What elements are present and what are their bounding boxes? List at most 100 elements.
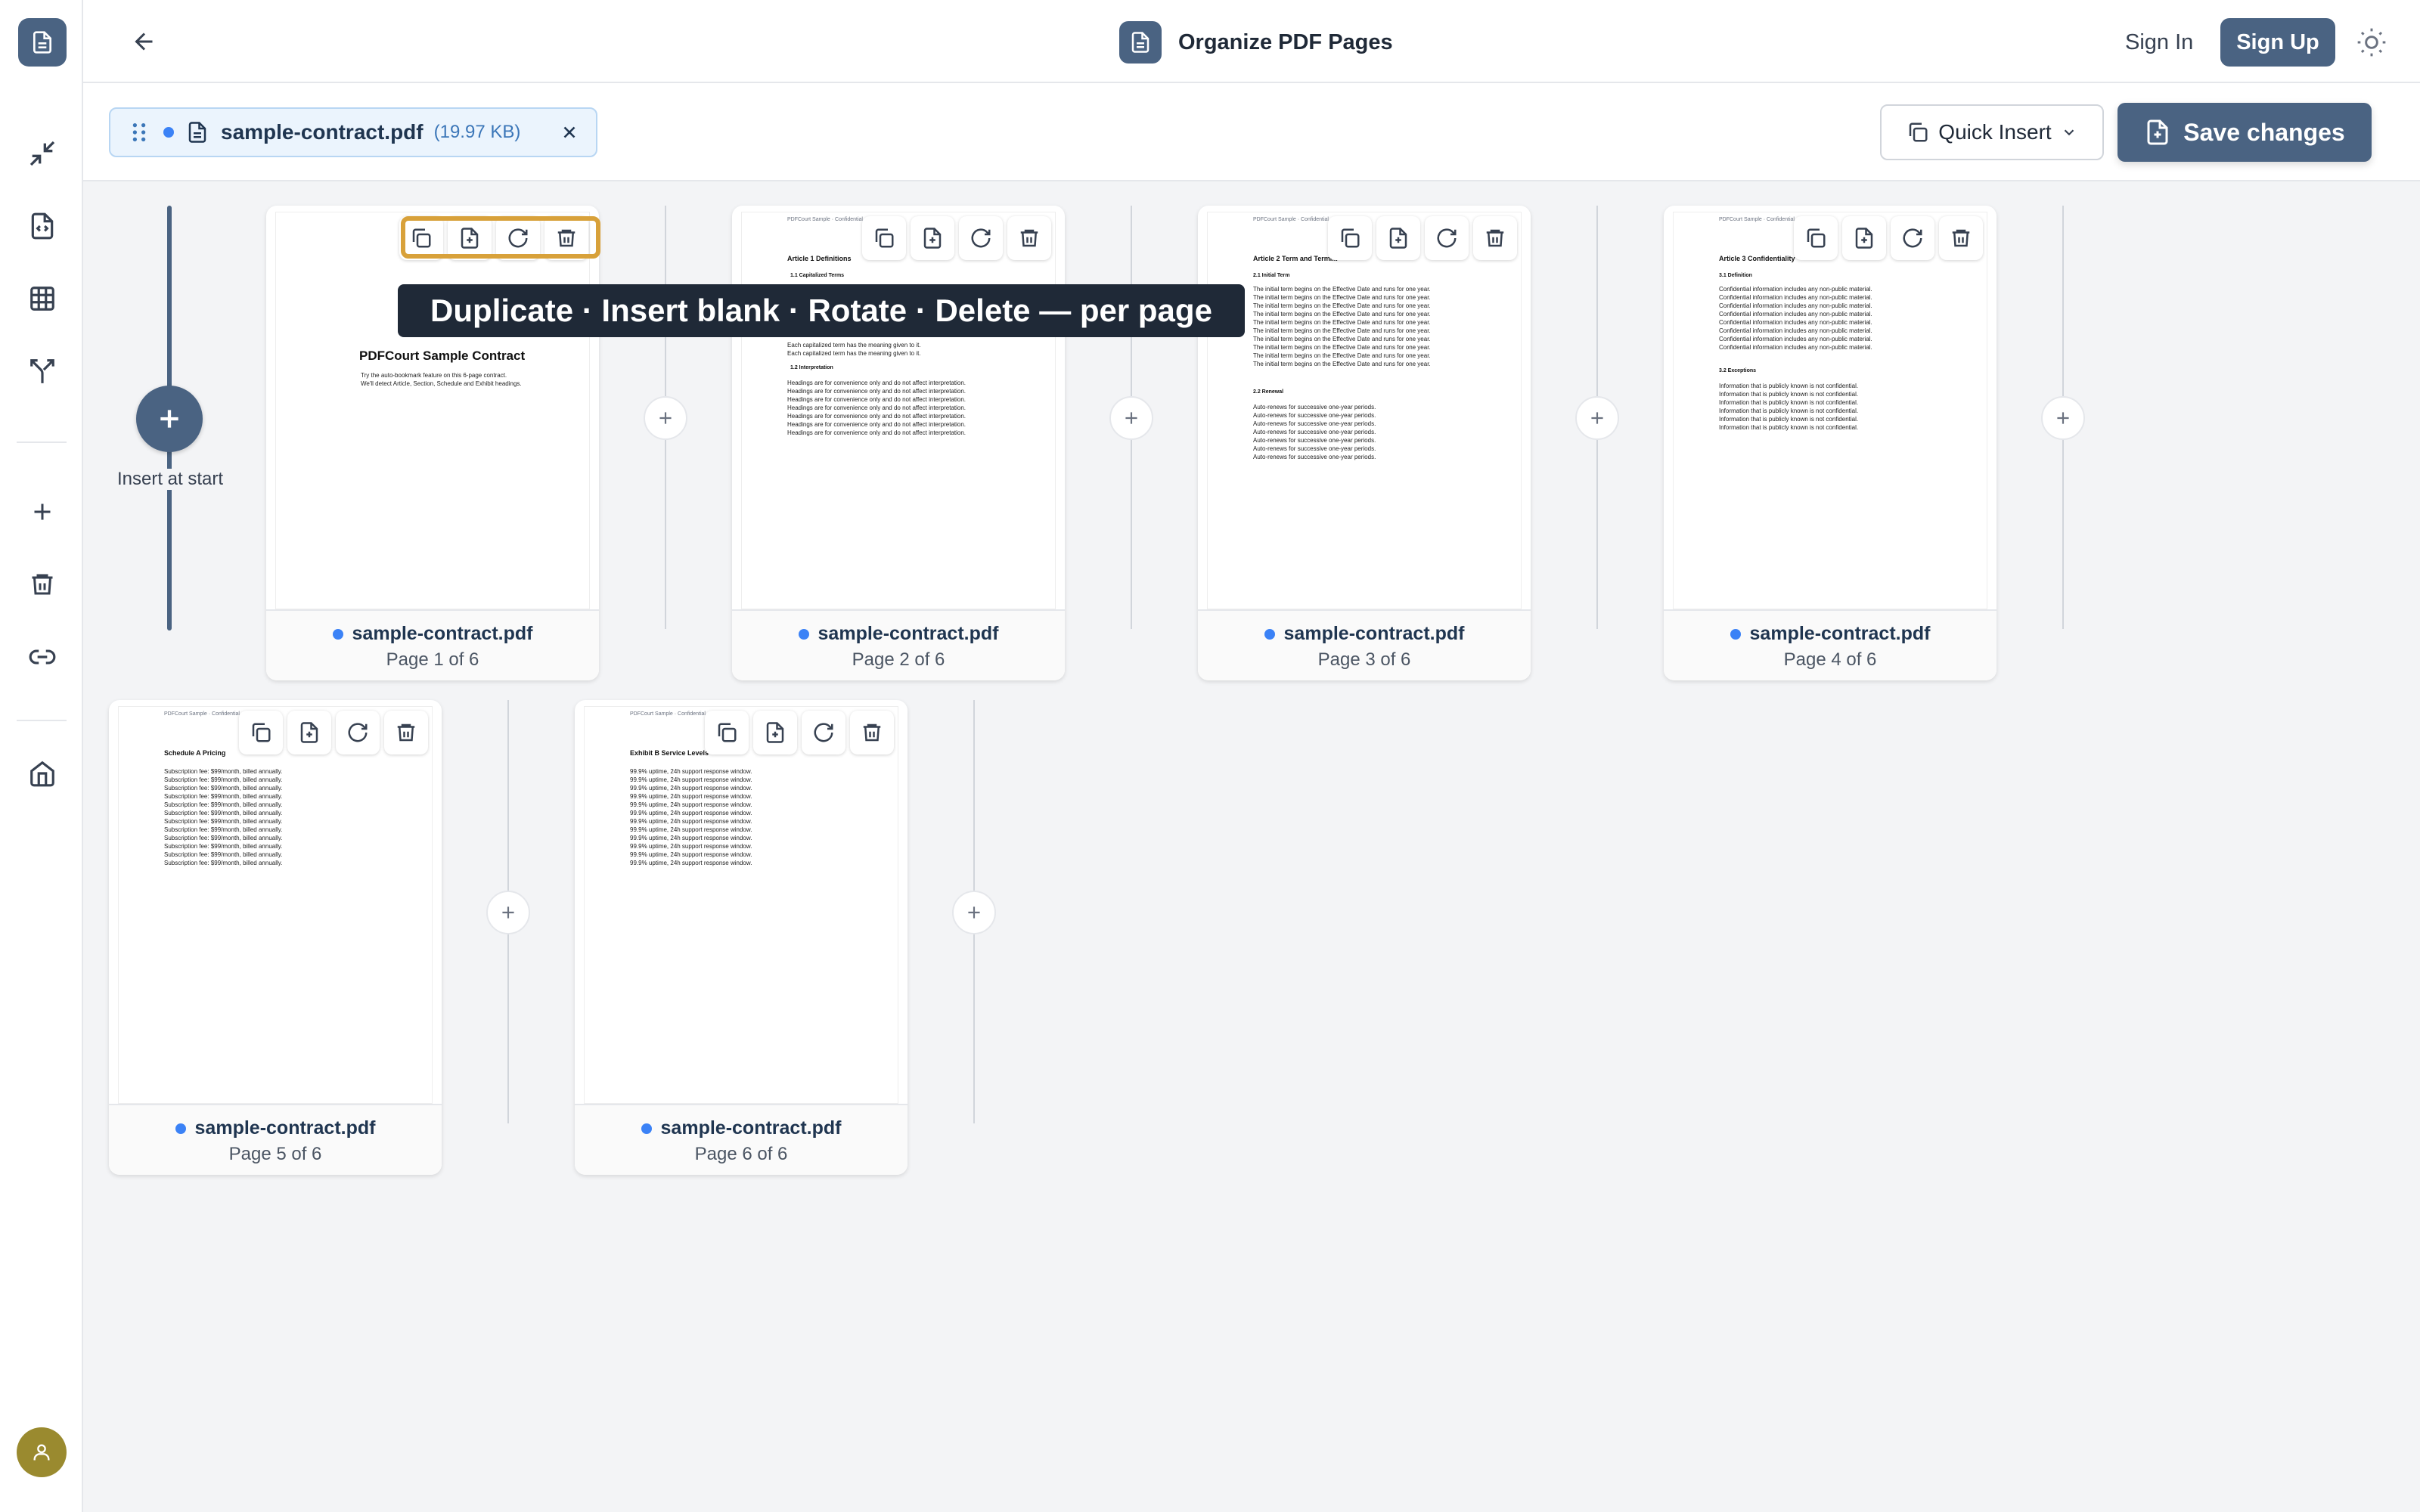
page-line: Confidential information includes any no… xyxy=(1719,286,1872,293)
sign-in-link[interactable]: Sign In xyxy=(2125,24,2193,60)
page-file-name: sample-contract.pdf xyxy=(660,1117,842,1139)
page-line: Each capitalized term has the meaning gi… xyxy=(787,342,921,349)
duplicate-page-button[interactable] xyxy=(239,711,283,754)
page-heading: Article 3 Confidentiality xyxy=(1719,255,1795,262)
insert-between-button[interactable] xyxy=(952,891,996,934)
user-avatar[interactable] xyxy=(17,1427,67,1477)
page-line: Subscription fee: $99/month, billed annu… xyxy=(164,851,283,858)
rotate-page-button[interactable] xyxy=(1891,216,1934,260)
file-code-icon xyxy=(31,212,54,240)
quick-insert-dropdown[interactable]: Quick Insert xyxy=(1880,104,2104,160)
delete-page-button[interactable] xyxy=(1473,216,1517,260)
page-card[interactable]: PDFCourt Sample · Confidential Article 1… xyxy=(732,206,1065,680)
file-plus-icon xyxy=(1855,228,1873,249)
rotate-page-button[interactable] xyxy=(959,216,1003,260)
sidebar-grid-button[interactable] xyxy=(23,280,61,318)
page-actions xyxy=(705,711,894,758)
sidebar-code-file-button[interactable] xyxy=(23,207,61,245)
page-line: Information that is publicly known is no… xyxy=(1719,399,1859,406)
page-line: Confidential information includes any no… xyxy=(1719,302,1872,309)
rotate-page-button[interactable] xyxy=(802,711,845,754)
duplicate-page-button[interactable] xyxy=(862,216,906,260)
insert-at-start-button[interactable] xyxy=(136,386,203,452)
rotate-page-button[interactable] xyxy=(336,711,380,754)
page-line: Confidential information includes any no… xyxy=(1719,327,1872,334)
sidebar-home-button[interactable] xyxy=(23,754,61,792)
file-plus-icon xyxy=(1389,228,1407,249)
page-line: Each capitalized term has the meaning gi… xyxy=(787,350,921,357)
page-card-footer: sample-contract.pdf Page 6 of 6 xyxy=(575,1104,908,1175)
page-card-footer: sample-contract.pdf Page 3 of 6 xyxy=(1198,609,1531,680)
sign-up-button[interactable]: Sign Up xyxy=(2220,18,2335,67)
insert-blank-page-button[interactable] xyxy=(287,711,331,754)
insert-between-button[interactable] xyxy=(2041,396,2085,440)
file-color-dot xyxy=(163,127,174,138)
page-line: The initial term begins on the Effective… xyxy=(1253,319,1431,326)
page-line: Subscription fee: $99/month, billed annu… xyxy=(164,818,283,825)
page-subheading: 1.2 Interpretation xyxy=(790,365,833,370)
save-changes-button[interactable]: Save changes xyxy=(2118,103,2372,162)
sidebar-divider xyxy=(17,720,67,721)
page-line: The initial term begins on the Effective… xyxy=(1253,311,1431,318)
sidebar-delete-button[interactable] xyxy=(23,565,61,603)
delete-page-button[interactable] xyxy=(1007,216,1051,260)
page-file-name: sample-contract.pdf xyxy=(194,1117,376,1139)
theme-toggle-button[interactable] xyxy=(2352,23,2391,62)
page-line: Subscription fee: $99/month, billed annu… xyxy=(164,801,283,808)
page-actions xyxy=(1328,216,1517,263)
page-line: 99.9% uptime, 24h support response windo… xyxy=(630,860,752,866)
back-button[interactable] xyxy=(126,23,163,60)
sidebar-add-button[interactable] xyxy=(23,493,61,531)
page-card[interactable]: PDFCourt Sample · Confidential Exhibit B… xyxy=(575,700,908,1175)
duplicate-page-button[interactable] xyxy=(1328,216,1372,260)
page-card[interactable]: PDFCourt Sample · Confidential Article 3… xyxy=(1664,206,1996,680)
sidebar-link-button[interactable] xyxy=(23,638,61,676)
minimize-icon xyxy=(29,141,55,166)
file-name: sample-contract.pdf xyxy=(221,120,424,144)
delete-page-button[interactable] xyxy=(384,711,428,754)
page-line: Subscription fee: $99/month, billed annu… xyxy=(164,776,283,783)
plus-icon xyxy=(34,503,51,520)
link-icon xyxy=(29,649,56,665)
plus-icon xyxy=(160,410,178,428)
insert-between-button[interactable] xyxy=(1109,396,1153,440)
page-card[interactable]: PDFCourt Sample Contract Try the auto-bo… xyxy=(266,206,599,680)
page-card[interactable]: PDFCourt Sample · Confidential Article 2… xyxy=(1198,206,1531,680)
insert-blank-page-button[interactable] xyxy=(911,216,954,260)
drag-handle-icon[interactable] xyxy=(130,121,148,144)
copy-icon xyxy=(875,228,894,248)
insert-between-button[interactable] xyxy=(1575,396,1619,440)
delete-page-button[interactable] xyxy=(1939,216,1983,260)
rotate-icon xyxy=(1903,228,1922,248)
duplicate-page-button[interactable] xyxy=(705,711,749,754)
sidebar-split-button[interactable] xyxy=(23,352,61,390)
trash-icon xyxy=(1952,229,1970,247)
duplicate-page-button[interactable] xyxy=(1794,216,1838,260)
insert-between-button[interactable] xyxy=(644,396,687,440)
page-number-label: Page 5 of 6 xyxy=(228,1144,322,1164)
save-changes-label: Save changes xyxy=(2183,118,2345,146)
close-icon[interactable] xyxy=(560,122,579,142)
insert-between-button[interactable] xyxy=(486,891,530,934)
app-logo[interactable] xyxy=(18,18,67,67)
page-actions xyxy=(239,711,428,758)
page-file-name: sample-contract.pdf xyxy=(818,623,999,644)
delete-page-button[interactable] xyxy=(850,711,894,754)
page-card[interactable]: PDFCourt Sample · Confidential Schedule … xyxy=(109,700,442,1175)
page-line: 99.9% uptime, 24h support response windo… xyxy=(630,851,752,858)
page-line: Confidential information includes any no… xyxy=(1719,344,1872,351)
rotate-icon xyxy=(971,228,991,248)
plus-icon xyxy=(2057,412,2069,424)
rotate-page-button[interactable] xyxy=(1425,216,1469,260)
page-subheading: 1.1 Capitalized Terms xyxy=(790,273,845,278)
insert-blank-page-button[interactable] xyxy=(1842,216,1886,260)
sidebar-compress-button[interactable] xyxy=(23,135,61,172)
page-body: Confidential information includes any no… xyxy=(1719,285,1872,352)
page-line: The initial term begins on the Effective… xyxy=(1253,344,1431,351)
file-color-dot xyxy=(332,628,343,640)
page-body: Subscription fee: $99/month, billed annu… xyxy=(164,767,282,867)
insert-blank-page-button[interactable] xyxy=(753,711,797,754)
insert-blank-page-button[interactable] xyxy=(1376,216,1420,260)
page-line: 99.9% uptime, 24h support response windo… xyxy=(630,785,752,792)
file-chip[interactable]: sample-contract.pdf (19.97 KB) xyxy=(109,107,597,157)
